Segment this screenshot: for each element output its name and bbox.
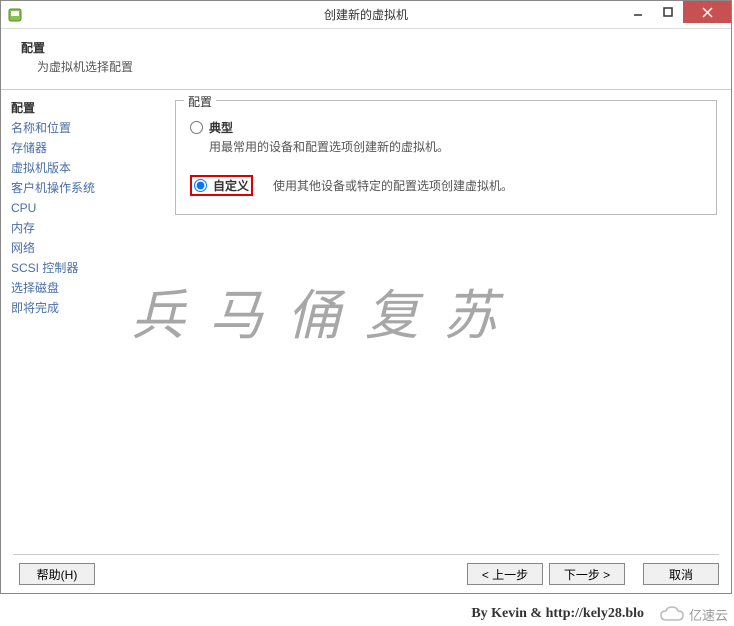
next-button[interactable]: 下一步 > [549,563,625,585]
fieldset-legend: 配置 [184,93,216,110]
maximize-button[interactable] [653,1,683,23]
radio-desc-custom: 使用其他设备或特定的配置选项创建虚拟机。 [273,177,702,194]
cancel-button[interactable]: 取消 [643,563,719,585]
window-controls [623,1,731,23]
sidebar-item-guest-os[interactable]: 客户机操作系统 [11,178,151,198]
wizard-steps: 配置 名称和位置 存储器 虚拟机版本 客户机操作系统 CPU 内存 网络 SCS… [1,90,161,554]
sidebar-item-vm-version[interactable]: 虚拟机版本 [11,158,151,178]
highlight-box: 自定义 [190,175,253,196]
radio-label-typical: 典型 [209,119,702,136]
page-subtitle: 为虚拟机选择配置 [37,58,711,75]
header-panel: 配置 为虚拟机选择配置 [1,29,731,90]
cloud-logo-text: 亿速云 [689,605,728,624]
dialog-window: 创建新的虚拟机 配置 为虚拟机选择配置 配置 名称和位置 存储器 虚拟机版本 客… [0,0,732,594]
radio-typical[interactable] [190,121,203,134]
sidebar-item-memory[interactable]: 内存 [11,218,151,238]
back-button[interactable]: < 上一步 [467,563,543,585]
radio-option-typical[interactable]: 典型 用最常用的设备和配置选项创建新的虚拟机。 [190,119,702,155]
sidebar-item-cpu[interactable]: CPU [11,198,151,218]
app-icon [7,7,23,23]
sidebar-item-complete[interactable]: 即将完成 [11,298,151,318]
sidebar-item-storage[interactable]: 存储器 [11,138,151,158]
radio-option-custom[interactable]: 自定义 使用其他设备或特定的配置选项创建虚拟机。 [190,175,702,196]
footer: 帮助(H) < 上一步 下一步 > 取消 [13,554,719,585]
sidebar-item-scsi[interactable]: SCSI 控制器 [11,258,151,278]
cloud-logo: 亿速云 [659,605,728,624]
radio-custom[interactable] [194,179,207,192]
radio-label-custom: 自定义 [213,177,249,194]
radio-desc-typical: 用最常用的设备和配置选项创建新的虚拟机。 [209,138,702,155]
config-fieldset: 配置 典型 用最常用的设备和配置选项创建新的虚拟机。 自定义 使用其他设备或特定… [175,100,717,215]
body: 配置 名称和位置 存储器 虚拟机版本 客户机操作系统 CPU 内存 网络 SCS… [1,90,731,554]
content-area: 配置 典型 用最常用的设备和配置选项创建新的虚拟机。 自定义 使用其他设备或特定… [161,90,731,554]
page-title: 配置 [21,39,711,56]
help-button[interactable]: 帮助(H) [19,563,95,585]
close-button[interactable] [683,1,731,23]
sidebar-item-name-location[interactable]: 名称和位置 [11,118,151,138]
sidebar-item-select-disk[interactable]: 选择磁盘 [11,278,151,298]
window-title: 创建新的虚拟机 [324,6,408,23]
sidebar-item-config[interactable]: 配置 [11,98,151,118]
sidebar-item-network[interactable]: 网络 [11,238,151,258]
titlebar: 创建新的虚拟机 [1,1,731,29]
minimize-button[interactable] [623,1,653,23]
credit-text: By Kevin & http://kely28.blo [471,606,644,622]
